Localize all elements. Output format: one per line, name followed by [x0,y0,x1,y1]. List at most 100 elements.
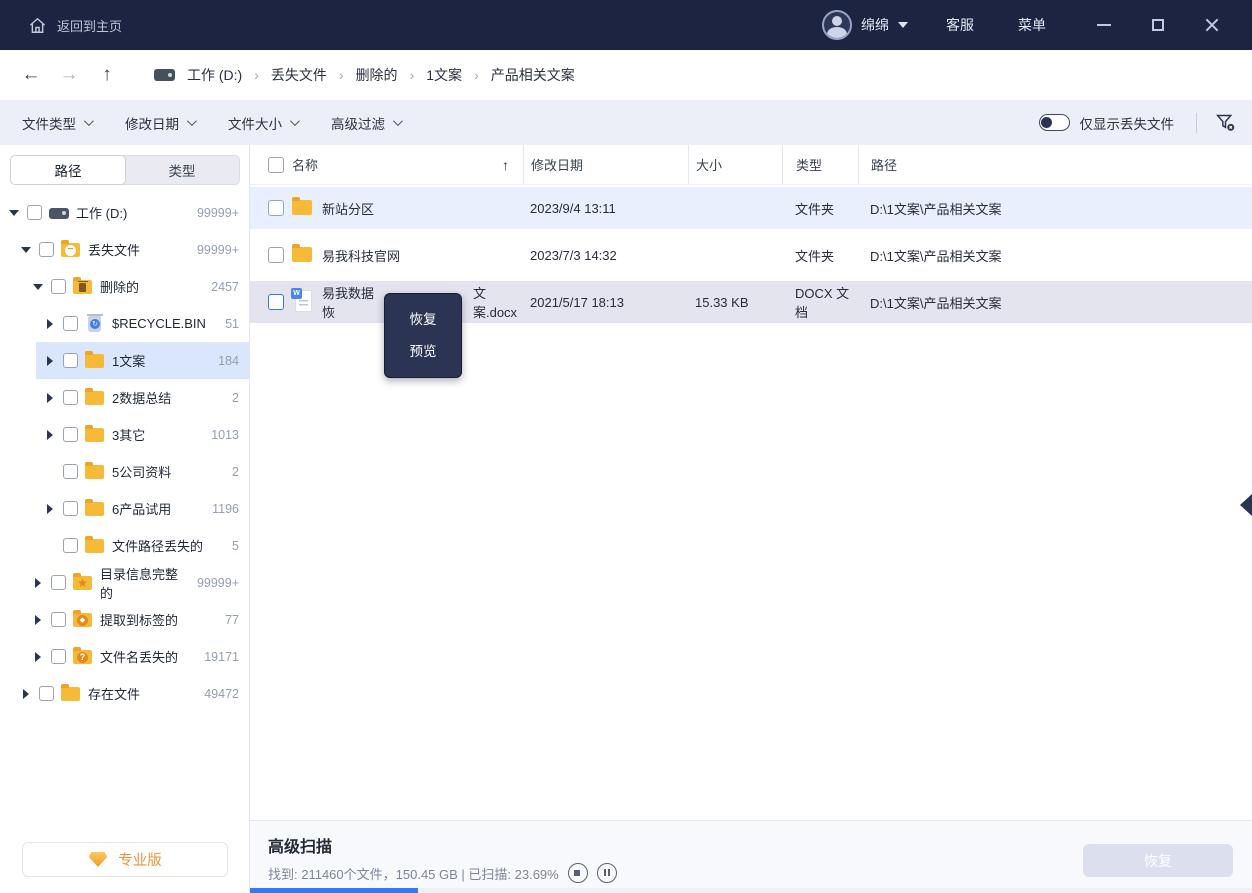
tree-item-extracted-tags[interactable]: ◆ 提取到标签的 77 [0,601,249,638]
tree-checkbox[interactable] [63,390,78,405]
tree-item-3-others[interactable]: 3其它 1013 [0,416,249,453]
expander-open-icon[interactable] [20,244,32,256]
filter-dropdown-file-size[interactable]: 文件大小 [228,113,297,133]
show-lost-files-toggle[interactable] [1039,114,1070,131]
nav-up-button[interactable]: ↑ [88,64,126,86]
tree-checkbox[interactable] [63,501,78,516]
tree-checkbox[interactable] [51,649,66,664]
select-all-checkbox[interactable] [268,157,284,173]
breadcrumb-item-folder1[interactable]: 1文案 [426,65,462,85]
expander-closed-icon[interactable] [44,355,56,367]
table-row-new-site-partition[interactable]: 新站分区 2023/9/4 13:11 文件夹 D:\1文案\产品相关文案 [250,187,1252,229]
context-menu-item-preview[interactable]: 预览 [385,341,461,363]
tree-checkbox[interactable] [51,612,66,627]
filter-dropdown-file-type[interactable]: 文件类型 [22,113,91,133]
context-menu-item-recover[interactable]: 恢复 [385,309,461,331]
recover-button[interactable]: 恢复 [1083,844,1233,877]
tree-checkbox[interactable] [63,464,78,479]
expander-open-icon[interactable] [32,281,44,293]
tree-item-count: 51 [225,317,249,331]
tab-type[interactable]: 类型 [125,156,239,184]
user-account-menu[interactable]: 绵绵 [822,10,908,40]
tree-item-recycle-bin[interactable]: ↻ $RECYCLE.BIN 51 [0,305,249,342]
table-row-easeus-official-site[interactable]: 易我科技官网 2023/7/3 14:32 文件夹 D:\1文案\产品相关文案 [250,234,1252,276]
tree-checkbox[interactable] [39,686,54,701]
tree-item-path-lost[interactable]: 文件路径丢失的 5 [0,527,249,564]
maximize-button[interactable] [1144,11,1172,39]
row-checkbox[interactable] [268,200,284,216]
minimize-icon [1097,24,1111,26]
nav-back-button[interactable]: ← [12,64,50,86]
filter-dropdown-modified-date[interactable]: 修改日期 [125,113,194,133]
expander-closed-icon[interactable] [44,392,56,404]
clear-filter-icon[interactable] [1215,112,1236,133]
minimize-button[interactable] [1090,11,1118,39]
expander-closed-icon[interactable] [44,318,56,330]
tree-checkbox[interactable] [39,242,54,257]
file-size [688,234,782,276]
folder-icon [85,465,104,479]
column-header-name[interactable]: 名称 [292,155,318,174]
scan-progress-fill [250,888,418,893]
support-button[interactable]: 客服 [946,15,974,35]
close-button[interactable] [1198,11,1226,39]
upgrade-pro-button[interactable]: 专业版 [22,842,228,877]
pause-scan-button[interactable] [597,863,617,883]
drive-icon [154,69,175,81]
tree-item-work-drive[interactable]: 工作 (D:) 99999+ [0,194,249,231]
file-modified: 2021/5/17 18:13 [523,281,688,323]
tree-item-existing-files[interactable]: 存在文件 49472 [0,675,249,712]
tree-item-1-copywriting[interactable]: 1文案 184 [0,342,249,379]
expander-closed-icon[interactable] [32,577,44,589]
tree-item-count: 1196 [212,502,249,516]
expander-placeholder [44,466,56,478]
tree-item-count: 5 [232,539,249,553]
expander-closed-icon[interactable] [32,614,44,626]
tree-checkbox[interactable] [63,316,78,331]
row-checkbox[interactable] [268,247,284,263]
file-path: D:\1文案\产品相关文案 [858,281,1252,323]
tree-item-directory-complete[interactable]: ★ 目录信息完整的 99999+ [0,564,249,601]
column-header-size[interactable]: 大小 [696,155,722,174]
tree-item-5-company-info[interactable]: 5公司资料 2 [0,453,249,490]
tree-checkbox[interactable] [51,575,66,590]
column-header-path[interactable]: 路径 [871,155,897,174]
tree-item-6-product-trial[interactable]: 6产品试用 1196 [0,490,249,527]
filter-dropdown-label: 文件大小 [228,113,282,133]
column-header-modified[interactable]: 修改日期 [531,155,583,174]
tree-checkbox[interactable] [63,353,78,368]
column-header-type[interactable]: 类型 [796,155,822,174]
row-checkbox[interactable] [268,294,284,310]
tree-checkbox[interactable] [51,279,66,294]
breadcrumb-item-lost-files[interactable]: 丢失文件 [271,65,327,85]
expander-open-icon[interactable] [8,207,20,219]
collapse-panel-handle[interactable] [1240,494,1252,516]
menu-button[interactable]: 菜单 [1018,15,1046,35]
tree-item-deleted[interactable]: 删除的 2457 [0,268,249,305]
tab-path[interactable]: 路径 [10,155,126,185]
sort-ascending-icon[interactable]: ↑ [502,157,509,173]
breadcrumb-item-drive[interactable]: 工作 (D:) [187,65,242,85]
nav-forward-button[interactable]: → [50,64,88,86]
breadcrumb-item-current[interactable]: 产品相关文案 [491,65,575,85]
tree-item-2-data-summary[interactable]: 2数据总结 2 [0,379,249,416]
file-modified: 2023/9/4 13:11 [523,187,688,229]
tree-item-count: 2 [232,465,249,479]
tree-item-filename-lost[interactable]: ? 文件名丢失的 19171 [0,638,249,675]
back-to-home-button[interactable]: 返回到主页 [0,16,122,35]
stop-scan-button[interactable] [568,863,588,883]
tree-checkbox[interactable] [63,427,78,442]
tree-item-count: 2 [232,391,249,405]
folder-icon [85,539,104,553]
filter-dropdown-advanced[interactable]: 高级过滤 [331,113,400,133]
breadcrumb: 工作 (D:) › 丢失文件 › 删除的 › 1文案 › 产品相关文案 [154,65,575,85]
question-badge-icon: ? [77,652,88,663]
tree-checkbox[interactable] [27,205,42,220]
tree-checkbox[interactable] [63,538,78,553]
breadcrumb-item-deleted[interactable]: 删除的 [356,65,398,85]
expander-closed-icon[interactable] [32,651,44,663]
expander-closed-icon[interactable] [20,688,32,700]
tree-item-lost-files[interactable]: − 丢失文件 99999+ [0,231,249,268]
expander-closed-icon[interactable] [44,429,56,441]
expander-closed-icon[interactable] [44,503,56,515]
